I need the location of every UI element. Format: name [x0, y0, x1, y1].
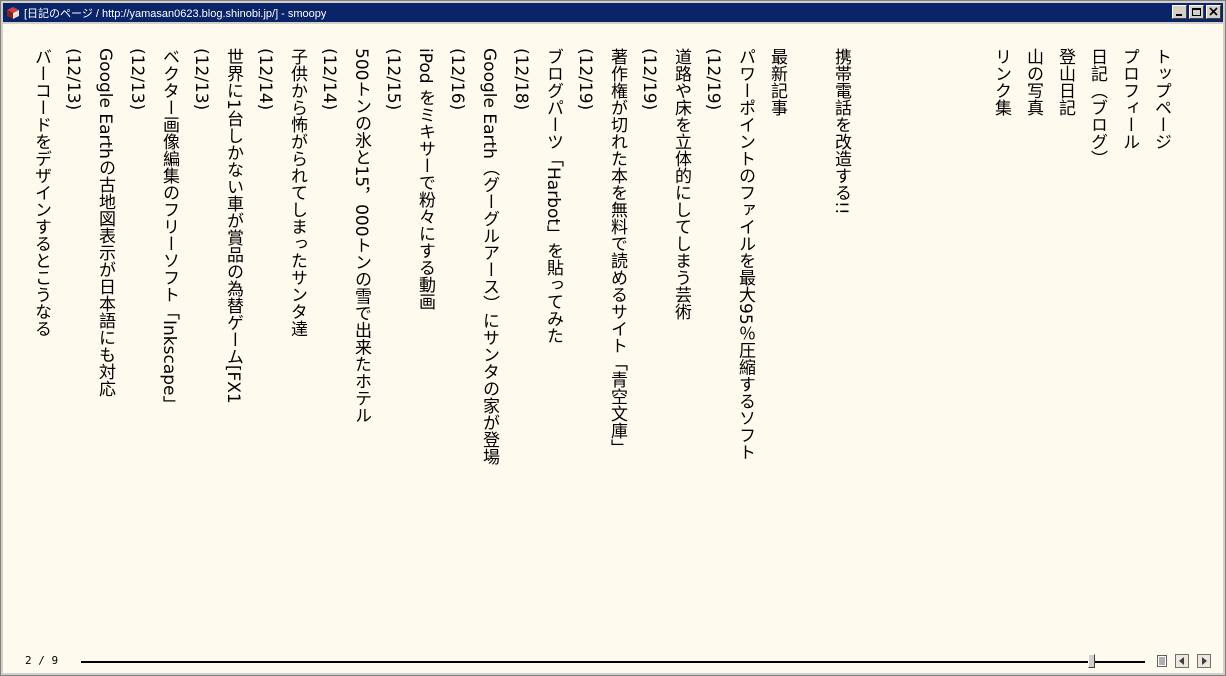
- recent-entry-title[interactable]: 道路や床を立体的にしてしまう芸術: [668, 48, 694, 320]
- book-icon: [7, 6, 19, 19]
- recent-posts-heading: 最新記事: [767, 48, 787, 116]
- next-page-icon[interactable]: [1197, 654, 1211, 668]
- recent-entry-title[interactable]: 著作権が切れた本を無料で読めるサイト「青空文庫」: [604, 48, 630, 456]
- close-button[interactable]: [1206, 5, 1221, 19]
- recent-entry-date: (12/19): [639, 48, 659, 111]
- nav-item-climbing-diary[interactable]: 登山日記: [1052, 48, 1078, 116]
- recent-entry-title[interactable]: ベクター画像編集のフリーソフト「Inkscape」: [156, 48, 182, 413]
- nav-item-links[interactable]: リンク集: [988, 48, 1014, 116]
- prev-page-icon[interactable]: [1175, 654, 1189, 668]
- recent-entry-date: (12/19): [703, 48, 723, 111]
- recent-entry-title[interactable]: iPod をミキサーで粉々にする動画: [412, 48, 438, 310]
- featured-article-link[interactable]: 携帯電話を改造する!!: [828, 48, 854, 215]
- close-icon: [1209, 7, 1218, 16]
- reader-window: [日記のページ / http://yamasan0623.blog.shinob…: [0, 0, 1226, 676]
- recent-entry-title[interactable]: Google Earth（グーグルアース）にサンタの家が登場: [476, 48, 502, 465]
- recent-entry-date: (12/18): [511, 48, 531, 111]
- page-content: トップページ プロフィール 日記（ブログ） 登山日記 山の写真 リンク集 携帯電…: [3, 24, 1223, 651]
- page-indicator: 2 / 9: [25, 654, 59, 667]
- recent-entry-date: (12/13): [191, 48, 211, 111]
- recent-entry-date: (12/14): [319, 48, 339, 111]
- recent-entry-title[interactable]: 子供から怖がられてしまったサンタ達: [284, 48, 310, 337]
- recent-entry-title[interactable]: Google Earthの古地図表示が日本語にも対応: [92, 48, 118, 397]
- nav-item-mountain-photos[interactable]: 山の写真: [1020, 48, 1046, 116]
- page-slider-track[interactable]: [81, 661, 1145, 663]
- recent-entry-date: (12/15): [383, 48, 403, 111]
- nav-item-diary[interactable]: 日記（ブログ）: [1084, 48, 1110, 167]
- recent-entry-title[interactable]: パワーポイントのファイルを最大95％圧縮するソフト: [732, 48, 758, 461]
- nav-item-profile[interactable]: プロフィール: [1116, 48, 1142, 150]
- minimize-button[interactable]: [1172, 5, 1187, 19]
- page-slider-thumb[interactable]: [1088, 654, 1095, 668]
- recent-entry-title[interactable]: 500トンの氷と15，000トンの雪で出来たホテル: [348, 48, 374, 424]
- window-title: [日記のページ / http://yamasan0623.blog.shinob…: [24, 7, 327, 20]
- maximize-button[interactable]: [1189, 5, 1204, 19]
- recent-entry-date: (12/19): [575, 48, 595, 111]
- recent-entry-date: (12/14): [255, 48, 275, 111]
- status-bar: 2 / 9: [3, 651, 1223, 673]
- recent-entry-date: (12/16): [447, 48, 467, 111]
- recent-entry-title[interactable]: ブログパーツ「Harbot」を貼ってみた: [540, 48, 566, 344]
- recent-entry-date: (12/13): [63, 48, 83, 111]
- recent-entry-date: (12/13): [127, 48, 147, 111]
- recent-entry-title[interactable]: 世界に1台しかない車が賞品の為替ゲーム[FX1: [220, 48, 246, 404]
- page-menu-icon[interactable]: [1155, 654, 1169, 668]
- recent-entry-title[interactable]: バーコードをデザインするとこうなる: [28, 48, 54, 337]
- nav-item-top-page[interactable]: トップページ: [1148, 48, 1174, 150]
- title-bar[interactable]: [日記のページ / http://yamasan0623.blog.shinob…: [3, 3, 1223, 22]
- maximize-icon: [1192, 8, 1201, 16]
- minimize-icon: [1176, 14, 1182, 16]
- window-controls: [1172, 5, 1221, 19]
